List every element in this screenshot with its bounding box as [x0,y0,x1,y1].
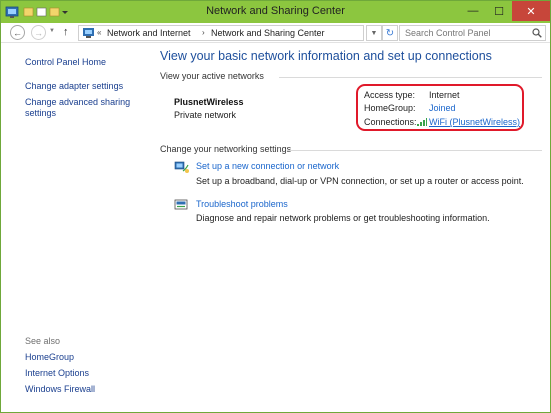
search-placeholder: Search Control Panel [405,28,491,38]
network-category[interactable]: Private network [174,110,236,120]
forward-button[interactable]: → [31,25,46,40]
control-panel-home-link[interactable]: Control Panel Home [25,57,106,68]
search-input[interactable]: Search Control Panel [399,25,546,41]
wifi-signal-icon [417,118,427,126]
network-sharing-center-window: Network and Sharing Center — ☐ ✕ ← → ▼ ↑… [0,0,551,413]
change-advanced-sharing-link-line2[interactable]: settings [25,108,56,119]
recent-locations-dropdown[interactable]: ▼ [49,28,55,34]
troubleshoot-description: Diagnose and repair network problems or … [196,213,490,223]
wifi-connection-link[interactable]: WiFi (PlusnetWireless) [429,117,520,127]
title-bar: Network and Sharing Center — ☐ ✕ [1,1,550,23]
main-content: View your basic network information and … [151,44,550,412]
homegroup-label: HomeGroup: [364,103,416,113]
back-button[interactable]: ← [10,25,25,40]
new-connection-icon [174,161,189,173]
refresh-button[interactable]: ↻ [382,25,398,41]
section-divider [279,77,542,78]
troubleshoot-icon [174,199,188,210]
address-dropdown-button[interactable]: ▼ [366,25,382,41]
see-also-label: See also [25,336,61,346]
homegroup-link[interactable]: HomeGroup [25,352,74,363]
change-adapter-settings-link[interactable]: Change adapter settings [25,81,123,92]
control-panel-small-icon [83,28,94,38]
navigation-bar: ← → ▼ ↑ « Network and Internet › Network… [1,23,550,43]
up-button[interactable]: ↑ [63,26,69,38]
access-type-value: Internet [429,90,460,100]
windows-firewall-link[interactable]: Windows Firewall [25,384,95,395]
maximize-button[interactable]: ☐ [486,1,512,21]
connections-label: Connections: [364,117,417,127]
homegroup-joined-link[interactable]: Joined [429,103,456,113]
section-divider [288,150,542,151]
address-bar[interactable]: « Network and Internet › Network and Sha… [78,25,364,41]
setup-connection-link[interactable]: Set up a new connection or network [196,161,339,171]
network-name: PlusnetWireless [174,97,244,107]
active-networks-heading: View your active networks [160,71,264,81]
minimize-button[interactable]: — [460,1,486,21]
troubleshoot-problems-link[interactable]: Troubleshoot problems [196,199,288,209]
breadcrumb-overflow[interactable]: « [97,28,101,37]
left-task-pane: Control Panel Home Change adapter settin… [1,44,151,412]
search-icon[interactable] [532,28,542,38]
access-type-label: Access type: [364,90,416,100]
breadcrumb-arrow[interactable]: › [202,28,205,37]
change-advanced-sharing-link[interactable]: Change advanced sharing [25,97,130,108]
breadcrumb-network-and-internet[interactable]: Network and Internet [107,28,191,38]
close-button[interactable]: ✕ [512,1,550,21]
breadcrumb-network-and-sharing-center[interactable]: Network and Sharing Center [211,28,325,38]
page-title: View your basic network information and … [160,49,492,63]
networking-settings-heading: Change your networking settings [160,144,292,154]
internet-options-link[interactable]: Internet Options [25,368,89,379]
setup-connection-description: Set up a broadband, dial-up or VPN conne… [196,176,524,186]
